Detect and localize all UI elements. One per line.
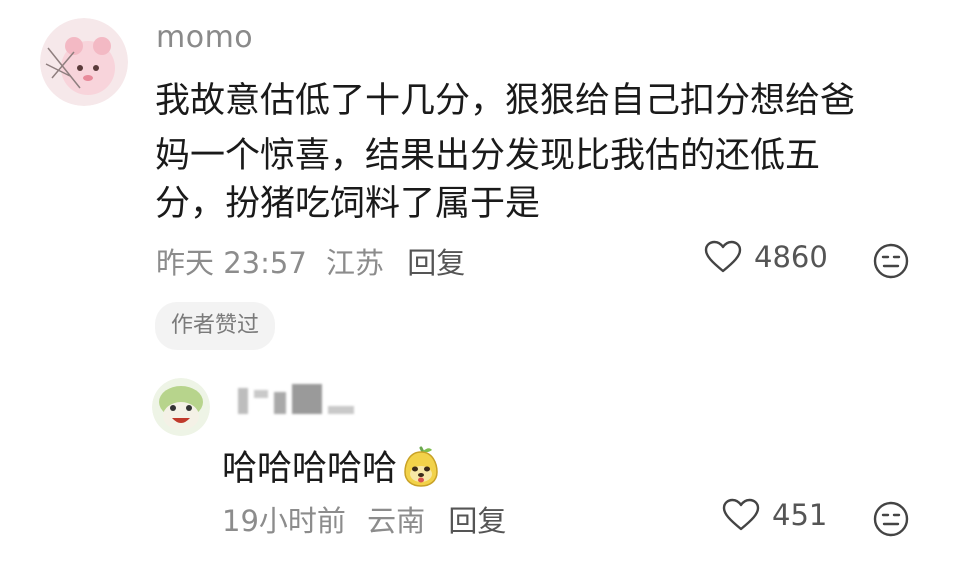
pink-bear-avatar-icon [40,18,128,106]
doge-pear-emoji-icon [404,446,438,487]
author-liked-badge: 作者赞过 [155,302,276,350]
meh-face-icon [873,501,909,537]
heart-outline-icon [704,240,742,273]
comment-reply-button[interactable]: 回复 [407,240,465,282]
reply-location: 云南 [367,504,426,538]
comment-text-line-3: 分，扮猪吃饲料了属于是 [155,184,541,224]
comment-dislike-button[interactable] [872,242,910,284]
reply-text-content: 哈哈哈哈哈 [222,449,398,489]
comment-like-count: 4860 [754,240,828,274]
comment-like-button[interactable]: 4860 [704,240,828,274]
comment-text-line-2: 妈一个惊喜，结果出分发现比我估的还低五 [155,136,821,176]
commenter-username[interactable]: momo [156,20,253,55]
reply-dislike-button[interactable] [872,500,910,542]
reply-time: 19小时前 [222,504,346,538]
reply-text: 哈哈哈哈哈 [222,440,443,491]
comment-meta: 昨天 23:57 江苏 回复 [156,240,465,282]
reply-like-button[interactable]: 451 [722,498,827,532]
commenter-avatar[interactable] [40,18,128,106]
meh-face-icon [873,243,909,279]
replier-avatar[interactable] [152,378,210,436]
reply-reply-button[interactable]: 回复 [448,498,506,540]
comment-location: 江苏 [326,246,385,280]
replier-username-blurred[interactable] [238,384,354,414]
comment-text-line-1: 我故意估低了十几分，狠狠给自己扣分想给爸 [155,81,856,121]
green-cartoon-avatar-icon [152,378,210,436]
reply-meta: 19小时前 云南 回复 [222,498,506,540]
heart-outline-icon [722,498,760,531]
reply-like-count: 451 [772,498,828,532]
comment-time: 昨天 23:57 [156,246,307,280]
